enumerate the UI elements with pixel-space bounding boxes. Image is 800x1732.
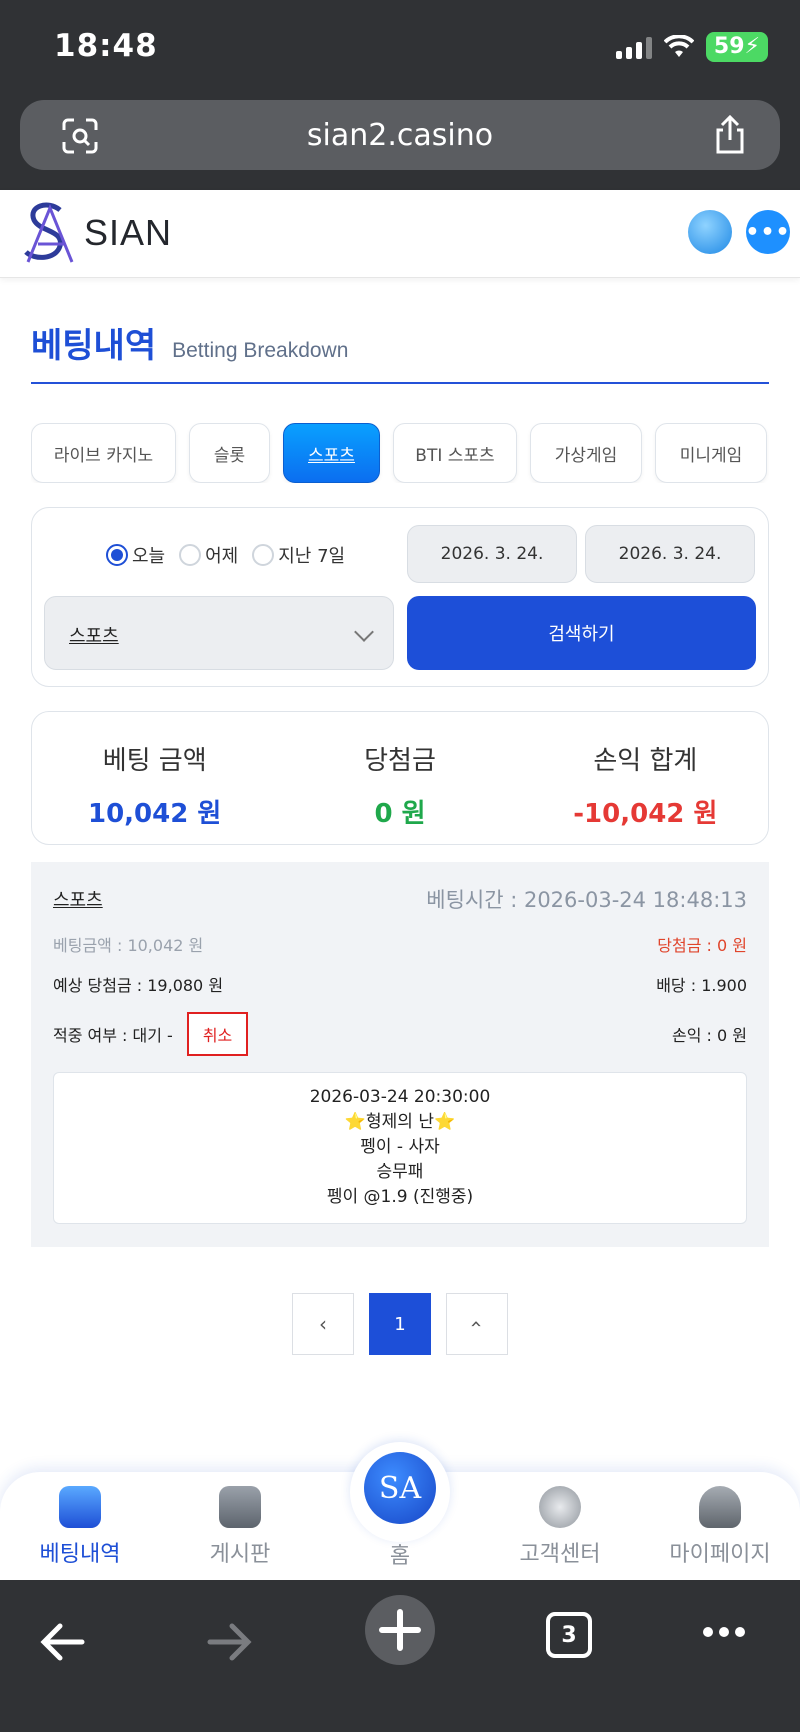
- bet-odds: 배당 : 1.900: [656, 976, 747, 995]
- bet-header-row: 스포츠 베팅시간 : 2026-03-24 18:48:13: [53, 884, 747, 914]
- page-title: 베팅내역 Betting Breakdown: [31, 318, 348, 367]
- bet-amount-row: 베팅금액 : 10,042 원 당첨금 : 0 원: [53, 932, 747, 956]
- radio-button-selected[interactable]: [106, 544, 128, 566]
- status-time: 18:48: [54, 28, 158, 64]
- category-select-value: 스포츠: [69, 626, 119, 647]
- game-tabs: 라이브 카지노 슬롯 스포츠 BTI 스포츠 가상게임 미니게임: [31, 423, 769, 483]
- summary-winnings: 당첨금 0 원: [277, 712, 522, 844]
- radio-last-7-days[interactable]: 지난 7일: [252, 542, 345, 568]
- browser-toolbar: 3: [0, 1580, 800, 1732]
- cancel-bet-button[interactable]: 취소: [186, 1012, 249, 1056]
- forward-arrow-icon[interactable]: [206, 1618, 254, 1666]
- chevron-left-icon: ‹: [319, 1312, 327, 1336]
- page-title-english: Betting Breakdown: [172, 339, 349, 362]
- tab-live-casino[interactable]: 라이브 카지노: [31, 423, 176, 483]
- headset-icon: [539, 1486, 581, 1528]
- tab-sports[interactable]: 스포츠: [283, 423, 380, 483]
- page-number-current[interactable]: 1: [369, 1293, 431, 1355]
- tab-virtual-game[interactable]: 가상게임: [530, 423, 642, 483]
- back-arrow-icon[interactable]: [38, 1618, 86, 1666]
- bet-pick: 펭이 @1.9 (진행중): [326, 1187, 474, 1207]
- chevron-up-icon: ‹: [465, 1320, 489, 1328]
- market-type: 승무패: [376, 1162, 424, 1182]
- end-date-field[interactable]: 2026. 3. 24.: [585, 525, 755, 583]
- bet-record-card: 스포츠 베팅시간 : 2026-03-24 18:48:13 베팅금액 : 10…: [31, 862, 769, 1247]
- url-bar[interactable]: sian2.casino: [20, 100, 780, 170]
- summary-bet-amount: 베팅 금액 10,042 원: [32, 712, 277, 844]
- board-icon: [219, 1486, 261, 1528]
- bet-status-row: 적중 여부 : 대기 - 취소 손익 : 0 원: [53, 1012, 747, 1056]
- betting-summary: 베팅 금액 10,042 원 당첨금 0 원 손익 합계 -10,042 원: [31, 711, 769, 845]
- hit-status-group: 적중 여부 : 대기 - 취소: [53, 1012, 249, 1056]
- battery-level: 59: [713, 34, 745, 59]
- tab-slot[interactable]: 슬롯: [189, 423, 270, 483]
- chat-bubble-icon[interactable]: •••: [745, 210, 790, 254]
- category-select[interactable]: 스포츠: [44, 596, 394, 670]
- cellular-signal-icon: [615, 35, 652, 59]
- radio-button[interactable]: [179, 544, 202, 566]
- tab-bti-sports[interactable]: BTI 스포츠: [393, 423, 517, 483]
- bet-time: 베팅시간 : 2026-03-24 18:48:13: [426, 888, 747, 912]
- status-icons: 59⚡: [615, 32, 768, 62]
- url-text[interactable]: sian2.casino: [20, 118, 780, 153]
- tab-mini-game[interactable]: 미니게임: [655, 423, 767, 483]
- nav-home-label[interactable]: 홈: [0, 1538, 800, 1570]
- prev-page-button[interactable]: ‹: [292, 1293, 354, 1355]
- home-logo-icon: SA: [364, 1452, 436, 1524]
- calendar-icon: [59, 1486, 101, 1528]
- bet-amount: 베팅금액 : 10,042 원: [53, 936, 204, 955]
- summary-value: -10,042 원: [573, 799, 718, 829]
- battery-indicator: 59⚡: [705, 32, 768, 62]
- filter-panel: 오늘 어제 지난 7일 2026. 3. 24. 2026. 3. 24. 스포…: [31, 507, 769, 687]
- nav-home-button[interactable]: SA: [350, 1442, 450, 1542]
- logo-text: SIAN: [84, 212, 173, 253]
- page-title-korean: 베팅내역: [31, 326, 157, 366]
- start-date-field[interactable]: 2026. 3. 24.: [407, 525, 577, 583]
- browser-chrome-top: 18:48 59⚡ sian2.casino: [0, 0, 800, 190]
- match-datetime: 2026-03-24 20:30:00: [309, 1087, 491, 1107]
- sian-logo-mark: [24, 202, 74, 263]
- hit-status: 적중 여부 : 대기 -: [53, 1026, 173, 1045]
- radio-yesterday[interactable]: 어제: [179, 542, 238, 568]
- share-icon[interactable]: [710, 114, 750, 156]
- tabs-count-icon[interactable]: 3: [546, 1612, 592, 1658]
- radio-label: 지난 7일: [278, 546, 346, 567]
- wifi-icon: [663, 35, 694, 57]
- bet-profit: 손익 : 0 원: [672, 1026, 747, 1045]
- bet-detail-box: 2026-03-24 20:30:00 ⭐형제의 난⭐ 펭이 - 사자 승무패 …: [53, 1072, 747, 1224]
- event-name: ⭐형제의 난⭐: [344, 1112, 456, 1132]
- radio-today[interactable]: 오늘: [106, 542, 165, 568]
- more-options-icon[interactable]: [700, 1624, 748, 1640]
- bet-winnings: 당첨금 : 0 원: [657, 936, 747, 955]
- site-header: SIAN •••: [0, 190, 800, 278]
- bet-category: 스포츠: [53, 890, 103, 911]
- summary-label: 손익 합계: [593, 746, 698, 776]
- support-agent-icon[interactable]: [688, 210, 732, 254]
- site-logo[interactable]: SIAN: [20, 200, 172, 266]
- next-page-button[interactable]: ‹: [446, 1293, 508, 1355]
- new-tab-plus-icon[interactable]: [364, 1594, 436, 1666]
- search-button[interactable]: 검색하기: [407, 596, 756, 670]
- radio-label: 오늘: [132, 546, 166, 567]
- summary-label: 베팅 금액: [102, 746, 207, 776]
- match-teams: 펭이 - 사자: [360, 1137, 440, 1157]
- summary-profit-loss: 손익 합계 -10,042 원: [523, 712, 768, 844]
- chevron-down-icon: [354, 622, 374, 642]
- radio-label: 어제: [205, 546, 239, 567]
- expected-winnings: 예상 당첨금 : 19,080 원: [53, 976, 224, 995]
- bet-odds-row: 예상 당첨금 : 19,080 원 배당 : 1.900: [53, 972, 747, 996]
- summary-value: 10,042 원: [88, 799, 222, 829]
- radio-button[interactable]: [252, 544, 275, 566]
- summary-label: 당첨금: [364, 746, 436, 776]
- summary-value: 0 원: [374, 799, 426, 829]
- date-range-radios: 오늘 어제 지난 7일: [106, 542, 345, 568]
- title-divider: [31, 382, 769, 384]
- user-icon: [699, 1486, 741, 1528]
